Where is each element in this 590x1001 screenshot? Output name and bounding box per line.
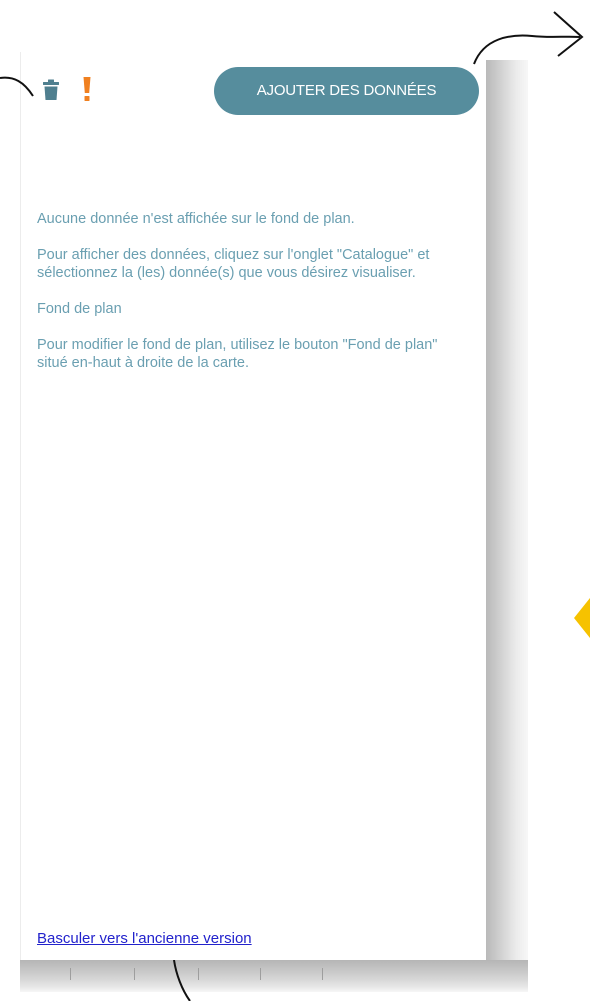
layers-panel: AJOUTER DES DONNÉES Aucune donnée n'est … xyxy=(20,52,486,960)
screenshot-stage: AJOUTER DES DONNÉES Aucune donnée n'est … xyxy=(0,0,590,1001)
shadow-grid-lines xyxy=(70,968,340,980)
alert-icon xyxy=(83,77,91,101)
basemap-instructions: Pour modifier le fond de plan, utilisez … xyxy=(37,337,438,371)
basemap-heading: Fond de plan xyxy=(37,301,122,317)
empty-state-message: Aucune donnée n'est affichée sur le fond… xyxy=(37,210,467,390)
panel-shadow-right xyxy=(486,60,528,980)
empty-state-intro: Aucune donnée n'est affichée sur le fond… xyxy=(37,211,355,227)
decorative-yellow-marker xyxy=(574,598,590,638)
trash-icon[interactable] xyxy=(42,79,60,101)
switch-version-link[interactable]: Basculer vers l'ancienne version xyxy=(37,930,252,947)
catalogue-instructions: Pour afficher des données, cliquez sur l… xyxy=(37,247,430,281)
add-data-button[interactable]: AJOUTER DES DONNÉES xyxy=(214,67,479,115)
